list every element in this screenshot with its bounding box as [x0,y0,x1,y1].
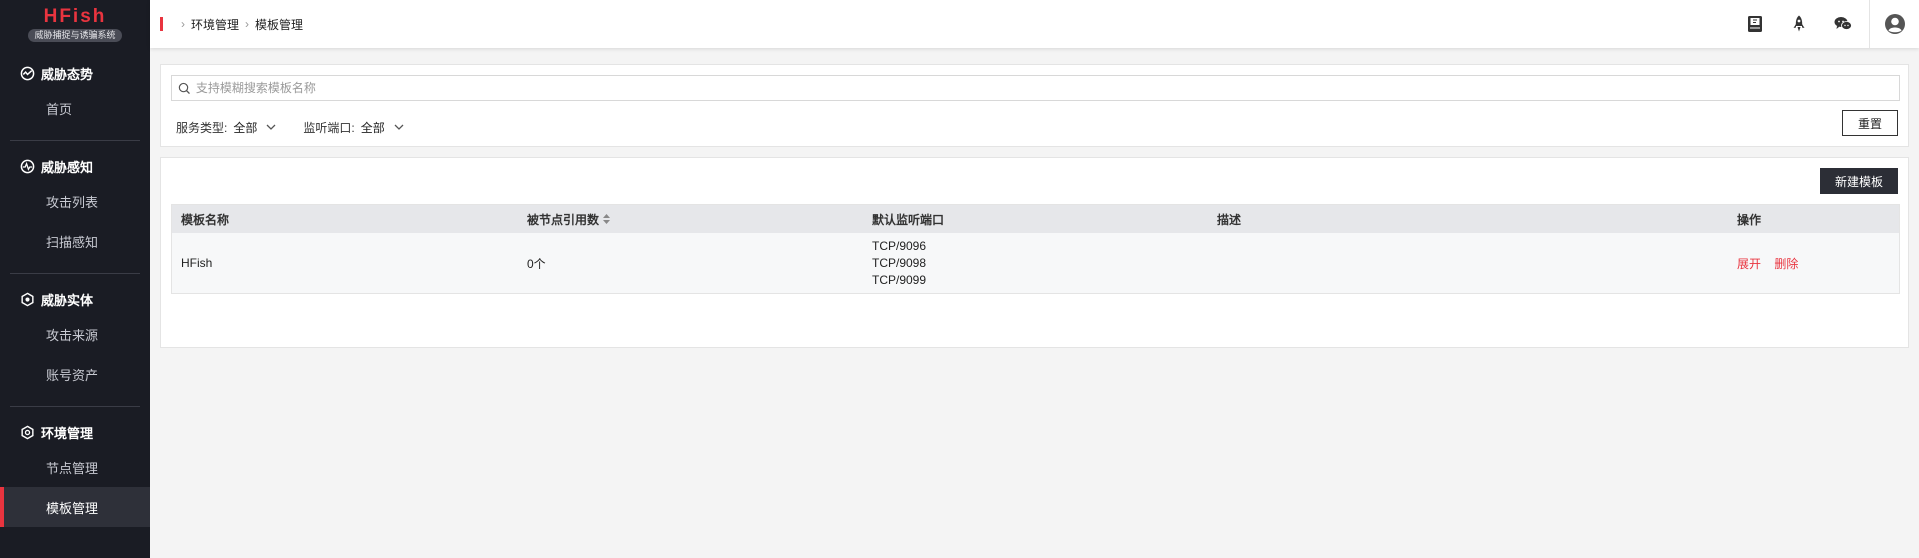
port-select[interactable]: 监听端口: 全部 [303,119,404,136]
sidebar-item-home[interactable]: 首页 [10,88,140,128]
cell-template-name: HFish [181,256,213,270]
port-value: 全部 [360,120,385,135]
filter-row: 服务类型: 全部 监听端口: 全部 [176,115,431,139]
breadcrumb-item-environment[interactable]: 环境管理 [191,16,239,33]
nav-head-label: 环境管理 [41,425,94,441]
top-header: › 环境管理 › 模板管理 [150,0,1919,48]
nav-group-perception: 威胁感知 攻击列表 扫描感知 [10,141,140,274]
column-header-ref-count[interactable]: 被节点引用数 [518,211,863,228]
nav-group-entity: 威胁实体 攻击来源 账号资产 [10,274,140,407]
table-row: HFish 0个 TCP/9096 TCP/9098 TCP/9099 展开 删… [172,233,1899,293]
cell-ref-count: 0个 [527,256,546,271]
nav-head-entity[interactable]: 威胁实体 [10,284,140,314]
port-entry: TCP/9099 [872,272,927,287]
column-header-actions: 操作 [1737,212,1762,227]
breadcrumb-accent [160,17,163,31]
nav-group-situation: 威胁态势 首页 [10,48,140,141]
nav-head-label: 威胁感知 [41,159,94,175]
sidebar-item-template-management[interactable]: 模板管理 [0,487,150,527]
search-input[interactable] [195,81,1899,95]
cell-actions: 展开 删除 [1728,255,1899,272]
nav-head-environment[interactable]: 环境管理 [10,417,140,447]
service-type-select[interactable]: 服务类型: 全部 [176,119,277,136]
column-header-name: 模板名称 [181,212,230,227]
sidebar-item-attack-list[interactable]: 攻击列表 [10,181,140,221]
rocket-icon [1793,15,1805,32]
column-header-description: 描述 [1217,212,1242,227]
template-table: 模板名称 被节点引用数 默认监听端口 描述 操作 HFish 0个 TCP/90… [171,204,1900,294]
nav-head-situation[interactable]: 威胁态势 [10,58,140,88]
port-label: 监听端口: [303,120,355,135]
chevron-right-icon: › [181,17,185,31]
expand-link[interactable]: 展开 [1737,257,1761,271]
cell-default-ports: TCP/9096 TCP/9098 TCP/9099 [863,238,1208,289]
book-button[interactable] [1733,0,1777,48]
reset-button[interactable]: 重置 [1842,110,1898,136]
service-type-value: 全部 [233,120,258,135]
hexagon-icon [21,425,34,439]
sidebar-item-node-management[interactable]: 节点管理 [10,447,140,487]
table-header: 模板名称 被节点引用数 默认监听端口 描述 操作 [172,205,1899,233]
nav-head-label: 威胁态势 [41,66,94,82]
search-icon [178,82,190,94]
chevron-down-icon [266,124,276,130]
header-actions [1733,0,1919,48]
book-icon [1748,16,1762,32]
logo-subtitle: 威胁捕捉与诱骗系统 [28,28,122,42]
sidebar-item-account-assets[interactable]: 账号资产 [10,354,140,394]
delete-link[interactable]: 删除 [1774,257,1798,271]
column-header-default-ports: 默认监听端口 [872,212,945,227]
radar-icon [20,159,35,173]
sort-icon[interactable] [602,213,611,225]
avatar[interactable] [1869,0,1919,48]
filter-panel: 服务类型: 全部 监听端口: 全部 重置 [160,64,1909,147]
new-template-button[interactable]: 新建模板 [1820,168,1898,194]
sidebar-item-attack-source[interactable]: 攻击来源 [10,314,140,354]
port-entry: TCP/9096 [872,238,927,253]
wechat-icon [1834,17,1852,30]
search-box [171,75,1900,101]
service-type-label: 服务类型: [176,120,228,135]
user-avatar-icon [1884,14,1905,34]
template-table-panel: 新建模板 模板名称 被节点引用数 默认监听端口 描述 操作 HFish 0个 T… [160,157,1909,348]
rocket-button[interactable] [1777,0,1821,48]
chevron-down-icon [394,124,404,130]
nav-head-perception[interactable]: 威胁感知 [10,151,140,181]
sidebar: HFish 威胁捕捉与诱骗系统 威胁态势 首页 威胁感知 攻击列表 扫描感知 威… [0,0,150,558]
hexagon-icon [21,292,34,306]
column-header-ref-count-label: 被节点引用数 [527,212,600,227]
chevron-right-icon: › [245,17,250,31]
breadcrumb: › 环境管理 › 模板管理 [175,16,303,33]
wechat-button[interactable] [1821,0,1865,48]
nav-head-label: 威胁实体 [41,292,94,308]
sidebar-item-scan-perception[interactable]: 扫描感知 [10,221,140,261]
logo-title: HFish [43,5,107,27]
breadcrumb-item-template: 模板管理 [255,17,304,32]
logo: HFish 威胁捕捉与诱骗系统 [0,0,150,48]
dashboard-icon [20,66,35,80]
nav-group-environment: 环境管理 节点管理 模板管理 [0,407,150,539]
port-entry: TCP/9098 [872,255,927,270]
